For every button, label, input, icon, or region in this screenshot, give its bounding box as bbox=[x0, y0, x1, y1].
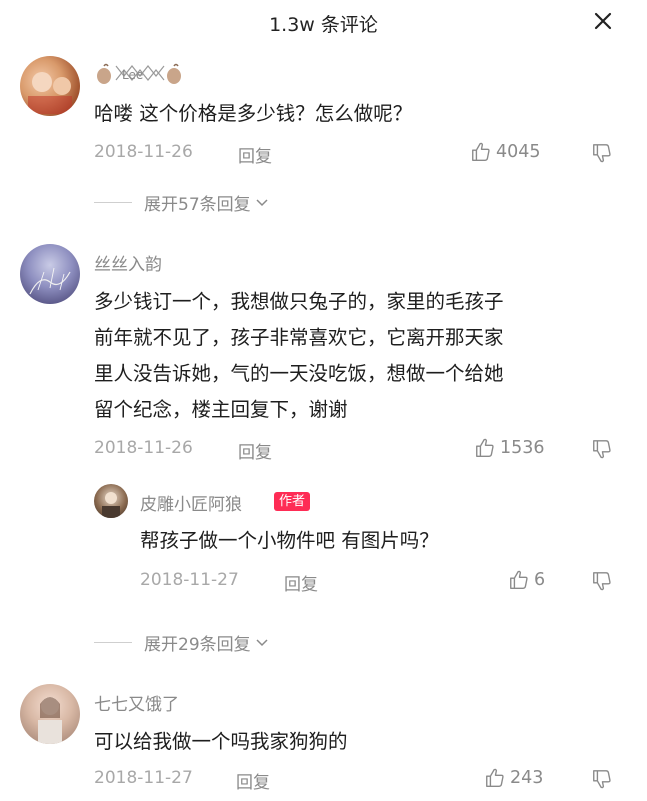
comment-date: 2018-11-27 bbox=[94, 768, 193, 788]
comments-header: 1.3w 条评论 bbox=[0, 0, 647, 46]
like-count: 243 bbox=[510, 768, 544, 788]
like-button[interactable]: 1536 bbox=[474, 436, 545, 460]
dislike-button[interactable] bbox=[591, 768, 613, 790]
like-button[interactable]: 4045 bbox=[470, 140, 541, 164]
reply-button[interactable]: 回复 bbox=[236, 768, 270, 793]
comment-text-line: 留个纪念，楼主回复下，谢谢 bbox=[94, 398, 348, 421]
avatar-photo bbox=[38, 697, 62, 744]
expand-replies-label: 展开57条回复 bbox=[144, 195, 251, 215]
username[interactable]: 丝丝入韵 bbox=[94, 250, 162, 275]
author-badge: 作者 bbox=[274, 492, 311, 511]
avatar-photo bbox=[102, 492, 120, 518]
comment-date: 2018-11-26 bbox=[94, 438, 193, 458]
comment-text-line: 里人没告诉她，气的一天没吃饭，想做一个给她 bbox=[94, 362, 504, 385]
comment-text-line: 前年就不见了，孩子非常喜欢它，它离开那天家 bbox=[94, 326, 504, 349]
comment-date: 2018-11-26 bbox=[94, 142, 193, 162]
dislike-button[interactable] bbox=[591, 570, 613, 592]
avatar[interactable] bbox=[94, 484, 128, 518]
thumbs-up-icon bbox=[510, 570, 528, 589]
avatar[interactable] bbox=[20, 56, 80, 116]
dislike-button[interactable] bbox=[591, 438, 613, 460]
thumbs-down-icon bbox=[593, 440, 611, 459]
comment-text: 哈喽 这个价格是多少钱？怎么做呢？ bbox=[94, 102, 413, 125]
thumbs-up-icon bbox=[486, 768, 504, 787]
username[interactable]: 七七又饿了 bbox=[94, 690, 179, 715]
avatar[interactable] bbox=[20, 684, 80, 744]
comment-text-line: 多少钱订一个，我想做只兔子的，家里的毛孩子 bbox=[94, 290, 504, 313]
thumbs-up-icon bbox=[476, 438, 494, 457]
reply-button[interactable]: 回复 bbox=[238, 142, 272, 167]
divider-line bbox=[94, 202, 132, 203]
avatar-photo bbox=[29, 267, 71, 295]
comment-text: 可以给我做一个吗我家狗狗的 bbox=[94, 730, 348, 753]
close-icon bbox=[594, 12, 612, 30]
dislike-button[interactable] bbox=[591, 142, 613, 164]
expand-replies-label: 展开29条回复 bbox=[144, 635, 251, 655]
avatar[interactable] bbox=[20, 244, 80, 304]
svg-text:Lee: Lee bbox=[122, 68, 143, 82]
thumbs-up-icon bbox=[472, 142, 490, 161]
reply-username[interactable]: 皮雕小匠阿狼 bbox=[140, 490, 242, 515]
like-button[interactable]: 243 bbox=[484, 766, 543, 790]
expand-replies-button[interactable]: 展开29条回复 bbox=[94, 630, 269, 655]
reply-text: 帮孩子做一个小物件吧 有图片吗？ bbox=[140, 529, 439, 552]
reply-button[interactable]: 回复 bbox=[284, 570, 318, 595]
like-count: 6 bbox=[534, 570, 546, 590]
reply-date: 2018-11-27 bbox=[140, 570, 239, 590]
chevron-down-icon bbox=[256, 198, 268, 206]
like-count: 4045 bbox=[496, 142, 541, 162]
divider-line bbox=[94, 642, 132, 643]
comment-count-title: 1.3w 条评论 bbox=[269, 14, 378, 36]
thumbs-down-icon bbox=[593, 572, 611, 591]
reply-button[interactable]: 回复 bbox=[238, 438, 272, 463]
username-decoration: Lee bbox=[94, 60, 184, 86]
close-button[interactable] bbox=[591, 9, 615, 33]
thumbs-down-icon bbox=[593, 144, 611, 163]
expand-replies-button[interactable]: 展开57条回复 bbox=[94, 190, 269, 215]
thumbs-down-icon bbox=[593, 770, 611, 789]
avatar-photo bbox=[28, 72, 72, 114]
chevron-down-icon bbox=[256, 638, 268, 646]
like-count: 1536 bbox=[500, 438, 545, 458]
like-button[interactable]: 6 bbox=[508, 568, 545, 592]
